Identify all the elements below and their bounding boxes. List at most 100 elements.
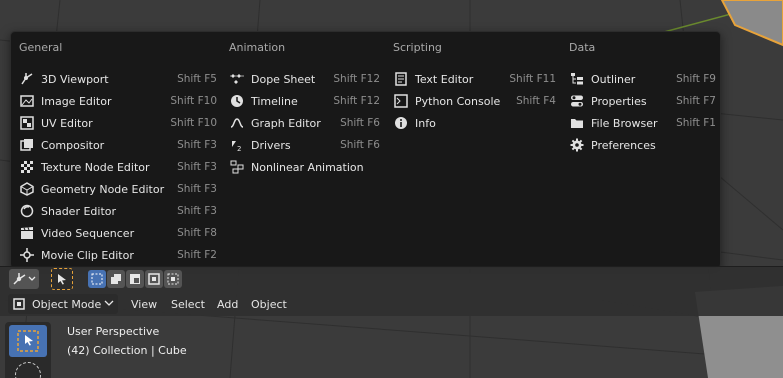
texture-icon: [19, 159, 35, 175]
dopesheet-icon: [229, 71, 245, 87]
select-box-tool[interactable]: [9, 325, 47, 357]
menu-item-drivers[interactable]: 2 Drivers Shift F6: [229, 134, 380, 156]
shortcut-hint: Shift F7: [676, 95, 716, 107]
column-heading: Animation: [229, 41, 286, 54]
shader-icon: [19, 203, 35, 219]
menu-item-text-editor[interactable]: Text Editor Shift F11: [393, 68, 556, 90]
outliner-icon: [569, 71, 585, 87]
menu-select[interactable]: Select: [165, 294, 211, 314]
menu-item-dope-sheet[interactable]: Dope Sheet Shift F12: [229, 68, 380, 90]
menu-item-nonlinear-animation[interactable]: Nonlinear Animation: [229, 156, 380, 178]
select-invert-icon: [148, 273, 160, 285]
svg-text:2: 2: [237, 145, 241, 152]
column-heading: Scripting: [393, 41, 442, 54]
menu-item-label: 3D Viewport: [41, 72, 109, 86]
menu-item-label: Movie Clip Editor: [41, 248, 134, 262]
menu-item-image-editor[interactable]: Image Editor Shift F10: [19, 90, 217, 112]
shortcut-hint: Shift F6: [340, 139, 380, 151]
menu-add[interactable]: Add: [211, 294, 244, 314]
clip-icon: [19, 247, 35, 263]
mode-intersect-selection-button[interactable]: [164, 270, 182, 288]
menu-item-graph-editor[interactable]: Graph Editor Shift F6: [229, 112, 380, 134]
mode-extend-selection-button[interactable]: [107, 270, 125, 288]
shortcut-hint: Shift F10: [170, 95, 217, 107]
select-tool-button[interactable]: [51, 268, 73, 290]
shortcut-hint: Shift F10: [170, 117, 217, 129]
chevron-down-icon: [104, 300, 114, 306]
uv-icon: [19, 115, 35, 131]
menu-item-label: Timeline: [251, 94, 298, 108]
menu-item-shader-editor[interactable]: Shader Editor Shift F3: [19, 200, 217, 222]
menu-view[interactable]: View: [125, 294, 163, 314]
menu-item-texture-node-editor[interactable]: Texture Node Editor Shift F3: [19, 156, 217, 178]
graph-icon: [229, 115, 245, 131]
object-mode-icon: [13, 298, 25, 310]
sequencer-icon: [19, 225, 35, 241]
timeline-icon: [229, 93, 245, 109]
menu-item-timeline[interactable]: Timeline Shift F12: [229, 90, 380, 112]
nla-icon: [229, 159, 245, 175]
menu-item-label: Image Editor: [41, 94, 112, 108]
shortcut-hint: Shift F3: [177, 139, 217, 151]
folder-icon: [569, 115, 585, 131]
shortcut-hint: Shift F12: [333, 95, 380, 107]
menu-item-label: Properties: [591, 94, 647, 108]
shortcut-hint: Shift F3: [177, 205, 217, 217]
drivers-icon: 2: [229, 137, 245, 153]
menu-item-outliner[interactable]: Outliner Shift F9: [569, 68, 716, 90]
shortcut-hint: Shift F11: [509, 73, 556, 85]
viewport-collection-label: (42) Collection | Cube: [67, 344, 187, 357]
select-intersect-icon: [167, 273, 179, 285]
menu-item-label: Text Editor: [415, 72, 474, 86]
menu-item-video-sequencer[interactable]: Video Sequencer Shift F8: [19, 222, 217, 244]
menu-item-label: Outliner: [591, 72, 636, 86]
menu-item-properties[interactable]: Properties Shift F7: [569, 90, 716, 112]
mode-label: Object Mode: [32, 297, 102, 311]
menu-item-movie-clip-editor[interactable]: Movie Clip Editor Shift F2: [19, 244, 217, 266]
menu-item-label: Geometry Node Editor: [41, 182, 165, 196]
menu-item-label: Preferences: [591, 138, 656, 152]
menu-item-label: Video Sequencer: [41, 226, 135, 240]
menu-item-compositor[interactable]: Compositor Shift F3: [19, 134, 217, 156]
shortcut-hint: Shift F3: [177, 183, 217, 195]
shortcut-hint: Shift F5: [177, 73, 217, 85]
menu-object[interactable]: Object: [245, 294, 293, 314]
tool-settings-bar: [0, 266, 783, 292]
select-extend-icon: [111, 274, 121, 284]
viewport-3d-icon: [19, 71, 35, 87]
viewport-perspective-label: User Perspective: [67, 325, 160, 338]
select-subtract-icon: [130, 274, 140, 284]
mode-subtract-selection-button[interactable]: [126, 270, 144, 288]
menu-item-label: File Browser: [591, 116, 658, 130]
info-icon: [393, 115, 409, 131]
menu-item-file-browser[interactable]: File Browser Shift F1: [569, 112, 716, 134]
select-new-icon: [91, 273, 103, 285]
shortcut-hint: Shift F12: [333, 73, 380, 85]
menu-item-geometry-node-editor[interactable]: Geometry Node Editor Shift F3: [19, 178, 217, 200]
menu-item-label: Dope Sheet: [251, 72, 316, 86]
menu-item-label: UV Editor: [41, 116, 93, 130]
editor-type-button[interactable]: [9, 269, 39, 289]
menu-item-label: Compositor: [41, 138, 105, 152]
menu-item-3d-viewport[interactable]: 3D Viewport Shift F5: [19, 68, 217, 90]
shortcut-hint: Shift F8: [177, 227, 217, 239]
menu-item-uv-editor[interactable]: UV Editor Shift F10: [19, 112, 217, 134]
geometry-nodes-icon: [19, 181, 35, 197]
menu-item-python-console[interactable]: Python Console Shift F4: [393, 90, 556, 112]
shortcut-hint: Shift F6: [340, 117, 380, 129]
object-mode-dropdown[interactable]: Object Mode: [8, 294, 118, 314]
viewport-header: Object Mode View Select Add Object: [0, 292, 783, 316]
mode-new-selection-button[interactable]: [88, 270, 106, 288]
menu-item-preferences[interactable]: Preferences: [569, 134, 716, 156]
console-icon: [393, 93, 409, 109]
menu-item-label: Graph Editor: [251, 116, 321, 130]
shortcut-hint: Shift F3: [177, 161, 217, 173]
shortcut-hint: Shift F1: [676, 117, 716, 129]
mode-invert-selection-button[interactable]: [145, 270, 163, 288]
text-icon: [393, 71, 409, 87]
shortcut-hint: Shift F2: [177, 249, 217, 261]
menu-item-info[interactable]: Info: [393, 112, 556, 134]
cursor-icon: [58, 274, 66, 285]
shortcut-hint: Shift F9: [676, 73, 716, 85]
viewport-3d-icon: [13, 273, 36, 285]
